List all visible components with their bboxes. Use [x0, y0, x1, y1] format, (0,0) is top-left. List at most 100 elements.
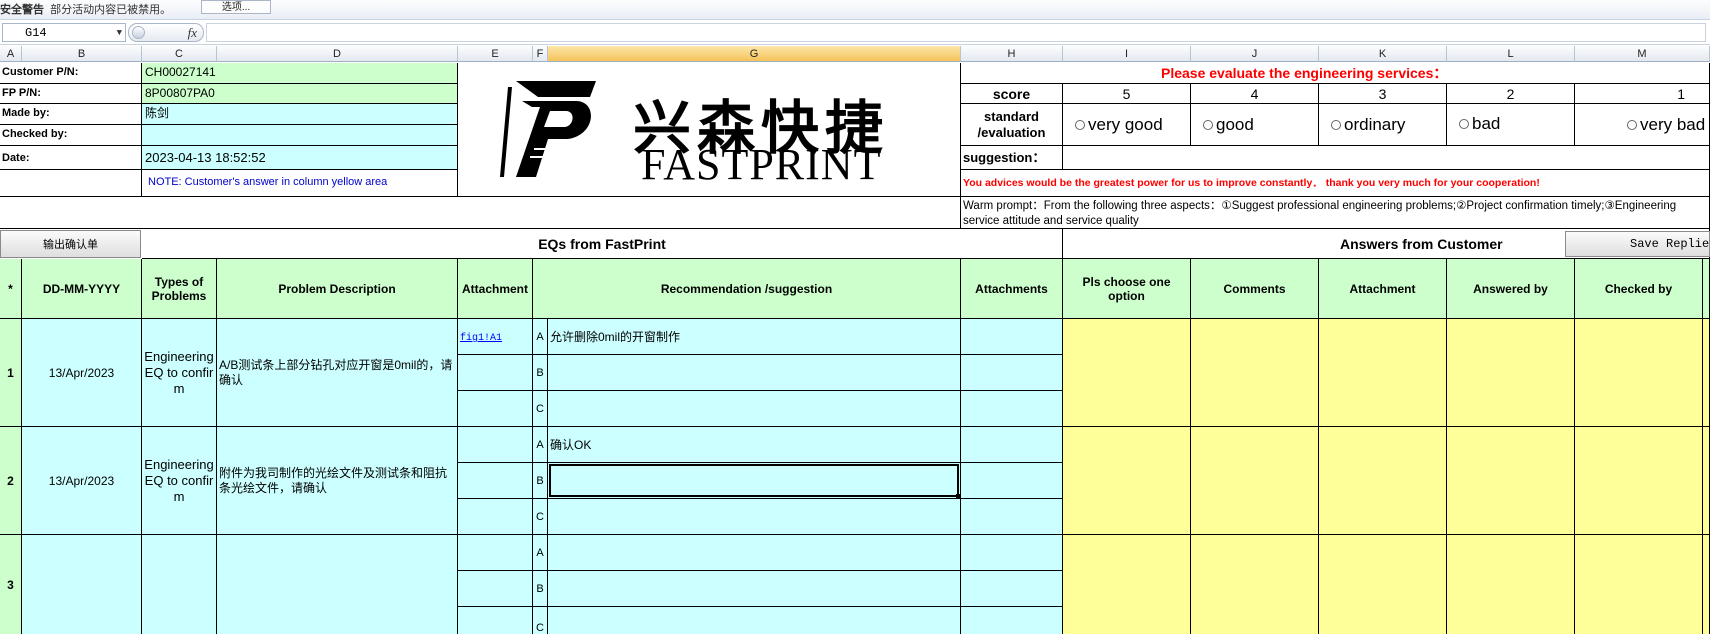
header-types: Types of Problems	[142, 259, 217, 319]
expand-icon[interactable]	[132, 26, 145, 39]
column-header-k[interactable]: K	[1319, 46, 1447, 62]
column-header-e[interactable]: E	[458, 46, 533, 62]
radio-button[interactable]	[1459, 119, 1469, 129]
choose-option-cell[interactable]	[1063, 319, 1191, 427]
column-header-j[interactable]: J	[1191, 46, 1319, 62]
comments-cell[interactable]	[1191, 427, 1319, 535]
checked-by-value[interactable]	[142, 125, 458, 146]
row-date[interactable]	[22, 535, 142, 634]
row-type[interactable]: Engineering EQ to confirm	[142, 427, 217, 535]
header-answer-attachment: Attachment	[1319, 259, 1447, 319]
checked-by-cell[interactable]	[1575, 427, 1703, 535]
option-very-good[interactable]: very good	[1063, 104, 1191, 146]
option-ordinary[interactable]: ordinary	[1319, 104, 1447, 146]
attachments-cell[interactable]	[961, 571, 1063, 607]
recommendation-cell[interactable]	[548, 499, 961, 535]
recommendation-cell[interactable]	[548, 607, 961, 634]
column-header-c[interactable]: C	[142, 46, 217, 62]
formula-input[interactable]	[206, 23, 1706, 42]
comments-cell[interactable]	[1191, 319, 1319, 427]
options-button[interactable]: 选项...	[201, 0, 271, 14]
row-problem[interactable]: 附件为我司制作的光绘文件及测试条和阻抗条光绘文件，请确认	[217, 427, 458, 535]
answer-attachment-cell[interactable]	[1319, 319, 1447, 427]
answer-attachment-cell[interactable]	[1319, 427, 1447, 535]
comments-cell[interactable]	[1191, 535, 1319, 634]
attachment-cell[interactable]	[458, 355, 533, 391]
recommendation-cell[interactable]	[548, 391, 961, 427]
recommendation-cell[interactable]	[548, 463, 961, 499]
suggestion-input[interactable]	[1063, 146, 1710, 170]
row-type[interactable]: Engineering EQ to confirm	[142, 319, 217, 427]
column-header-d[interactable]: D	[217, 46, 458, 62]
column-header-i[interactable]: I	[1063, 46, 1191, 62]
attachments-cell[interactable]	[961, 535, 1063, 571]
attachment-cell[interactable]	[458, 535, 533, 571]
column-header-l[interactable]: L	[1447, 46, 1575, 62]
attachment-link-cell[interactable]: fig1!A1	[458, 319, 533, 355]
attachment-cell[interactable]	[458, 499, 533, 535]
recommendation-cell[interactable]	[548, 355, 961, 391]
answer-attachment-cell[interactable]	[1319, 535, 1447, 634]
name-box[interactable]: G14 ▼	[2, 23, 126, 42]
attachments-cell[interactable]	[961, 355, 1063, 391]
option-good[interactable]: good	[1191, 104, 1319, 146]
score-3: 3	[1319, 84, 1447, 104]
recommendation-cell[interactable]: 允许删除0mil的开窗制作	[548, 319, 961, 355]
recommendation-cell[interactable]	[548, 535, 961, 571]
row-date[interactable]: 13/Apr/2023	[22, 427, 142, 535]
fx-icon[interactable]: fx	[188, 25, 197, 41]
choose-option-cell[interactable]	[1063, 535, 1191, 634]
fp-pn-value[interactable]: 8P00807PA0	[142, 84, 458, 104]
attachment-cell[interactable]	[458, 463, 533, 499]
selected-cell-outline[interactable]	[549, 464, 959, 497]
answered-by-cell[interactable]	[1447, 535, 1575, 634]
attachments-cell[interactable]	[961, 463, 1063, 499]
column-header-g[interactable]: G	[548, 46, 961, 62]
row-date[interactable]: 13/Apr/2023	[22, 319, 142, 427]
answered-by-cell[interactable]	[1447, 319, 1575, 427]
checked-by-cell[interactable]	[1575, 535, 1703, 634]
option-bad[interactable]: bad	[1447, 104, 1575, 146]
column-header-m[interactable]: M	[1575, 46, 1710, 62]
chevron-down-icon[interactable]: ▼	[117, 24, 122, 42]
row-type[interactable]	[142, 535, 217, 634]
date-value[interactable]: 2023-04-13 18:52:52	[142, 146, 458, 170]
checked-by-cell[interactable]	[1575, 319, 1703, 427]
attachment-cell[interactable]	[458, 571, 533, 607]
customer-pn-value[interactable]: CH00027141	[142, 63, 458, 84]
row-problem[interactable]: A/B测试条上部分钻孔对应开窗是0mil的，请确认	[217, 319, 458, 427]
radio-button[interactable]	[1331, 119, 1341, 130]
blank-cell	[0, 170, 142, 197]
recommendation-cell[interactable]: 确认OK	[548, 427, 961, 463]
recommendation-cell[interactable]	[548, 571, 961, 607]
export-confirmation-button[interactable]: 输出确认单	[0, 230, 141, 258]
attachment-cell[interactable]	[458, 607, 533, 634]
attachments-cell[interactable]	[961, 391, 1063, 427]
column-header-h[interactable]: H	[961, 46, 1063, 62]
radio-button[interactable]	[1627, 119, 1637, 130]
evaluation-title: Please evaluate the engineering services…	[961, 63, 1710, 84]
attachment-link[interactable]: fig1!A1	[460, 333, 502, 344]
column-header-f[interactable]: F	[533, 46, 548, 62]
score-1: 1	[1575, 84, 1710, 104]
attachment-cell[interactable]	[458, 427, 533, 463]
header-answered-by: Answered by	[1447, 259, 1575, 319]
column-header-b[interactable]: B	[22, 46, 142, 62]
choose-option-cell[interactable]	[1063, 427, 1191, 535]
attachment-cell[interactable]	[458, 391, 533, 427]
radio-button[interactable]	[1075, 119, 1085, 130]
column-header-a[interactable]: A	[0, 46, 22, 62]
checked-by-label: Checked by:	[0, 125, 142, 146]
attachments-cell[interactable]	[961, 319, 1063, 355]
option-very-bad[interactable]: very bad	[1575, 104, 1710, 146]
attachments-cell[interactable]	[961, 499, 1063, 535]
radio-button[interactable]	[1203, 119, 1213, 130]
attachments-cell[interactable]	[961, 427, 1063, 463]
row-problem[interactable]	[217, 535, 458, 634]
answered-by-cell[interactable]	[1447, 427, 1575, 535]
save-replies-button[interactable]: Save Replies	[1565, 231, 1710, 257]
made-by-value[interactable]: 陈剑	[142, 104, 458, 125]
insert-function-control[interactable]: fx	[128, 23, 204, 42]
header-overflow	[1703, 259, 1710, 319]
attachments-cell[interactable]	[961, 607, 1063, 634]
